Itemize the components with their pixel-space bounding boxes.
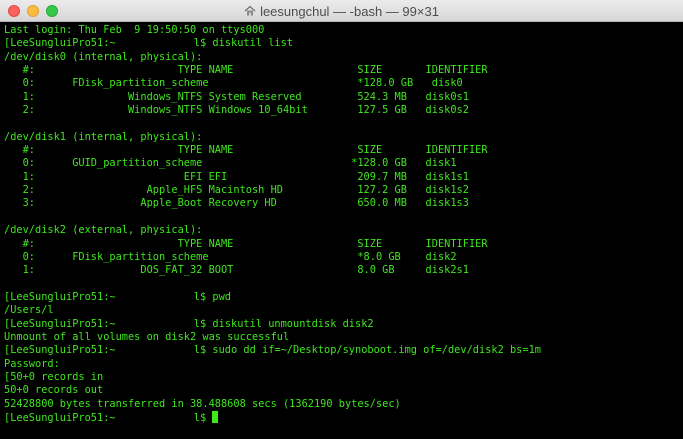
redacted-username — [121, 290, 194, 302]
output-text: 2: Windows_NTFS Windows 10_64bit 127.5 G… — [4, 104, 469, 117]
output-text: /dev/disk0 (internal, physical): — [4, 50, 203, 63]
terminal-line: Unmount of all volumes on disk2 was succ… — [4, 331, 673, 344]
prompt-suffix: l$ — [193, 411, 213, 424]
home-icon — [244, 5, 256, 16]
prompt-host: [LeeSungluiPro51:~ — [4, 317, 122, 330]
terminal-line: /Users/l — [4, 304, 673, 317]
window-title-group: leesungchul — -bash — 99×31 — [0, 0, 683, 22]
terminal-line: #: TYPE NAME SIZE IDENTIFIER — [4, 64, 673, 77]
terminal-line: [50+0 records in — [4, 371, 673, 384]
output-text: 52428800 bytes transferred in 38.488608 … — [4, 397, 401, 410]
prompt-line: [LeeSungluiPro51:~ l$ — [4, 410, 673, 424]
terminal-line: /dev/disk0 (internal, physical): — [4, 51, 673, 64]
prompt-host: [LeeSungluiPro51:~ — [4, 344, 122, 357]
prompt-host: [LeeSungluiPro51:~ — [4, 290, 122, 303]
terminal-line: 2: Windows_NTFS Windows 10_64bit 127.5 G… — [4, 104, 673, 117]
window-title: leesungchul — -bash — 99×31 — [260, 3, 439, 19]
output-text: 0: FDisk_partition_scheme *8.0 GB disk2 — [4, 250, 457, 263]
terminal-output[interactable]: Last login: Thu Feb 9 19:50:50 on ttys00… — [0, 24, 673, 439]
output-text: 1: Windows_NTFS System Reserved 524.3 MB… — [4, 90, 469, 103]
output-text: 2: Apple_HFS Macintosh HD 127.2 GB disk1… — [4, 184, 469, 197]
prompt-host: [LeeSungluiPro51:~ — [4, 37, 122, 50]
terminal-line: 52428800 bytes transferred in 38.488608 … — [4, 398, 673, 411]
terminal-line: 0: GUID_partition_scheme *128.0 GB disk1 — [4, 157, 673, 170]
output-text: Last login: Thu Feb 9 19:50:50 on ttys00… — [4, 24, 265, 36]
terminal-line: #: TYPE NAME SIZE IDENTIFIER — [4, 238, 673, 251]
scrollbar[interactable] — [673, 22, 683, 439]
redacted-username — [121, 344, 194, 356]
output-text: 1: EFI EFI 209.7 MB disk1s1 — [4, 170, 469, 183]
prompt-suffix: l$ — [193, 37, 213, 50]
terminal-line: 0: FDisk_partition_scheme *8.0 GB disk2 — [4, 251, 673, 264]
terminal-line: #: TYPE NAME SIZE IDENTIFIER — [4, 144, 673, 157]
command-text: diskutil list — [212, 37, 293, 50]
output-text: [50+0 records in — [4, 370, 104, 383]
output-text: 50+0 records out — [4, 384, 104, 397]
terminal-line: 1: DOS_FAT_32 BOOT 8.0 GB disk2s1 — [4, 264, 673, 277]
title-bar[interactable]: leesungchul — -bash — 99×31 — [0, 0, 683, 22]
command-text: pwd — [212, 290, 232, 303]
redacted-username — [121, 37, 194, 49]
terminal-line: /dev/disk2 (external, physical): — [4, 224, 673, 237]
output-text: /dev/disk2 (external, physical): — [4, 224, 203, 237]
redacted-username — [121, 411, 194, 423]
command-text: diskutil unmountdisk disk2 — [212, 317, 374, 330]
terminal-line: /dev/disk1 (internal, physical): — [4, 131, 673, 144]
output-text: #: TYPE NAME SIZE IDENTIFIER — [4, 237, 488, 250]
output-text: /dev/disk1 (internal, physical): — [4, 130, 203, 143]
text-cursor — [212, 410, 219, 423]
terminal-line: 0: FDisk_partition_scheme *128.0 GB disk… — [4, 77, 673, 90]
output-text: 1: DOS_FAT_32 BOOT 8.0 GB disk2s1 — [4, 264, 469, 277]
terminal-line: 50+0 records out — [4, 384, 673, 397]
prompt-host: [LeeSungluiPro51:~ — [4, 411, 122, 424]
redacted-username — [121, 317, 194, 329]
prompt-line: [LeeSungluiPro51:~ l$ pwd — [4, 290, 673, 304]
output-text: #: TYPE NAME SIZE IDENTIFIER — [4, 144, 488, 157]
terminal-line: 3: Apple_Boot Recovery HD 650.0 MB disk1… — [4, 197, 673, 210]
output-text: 0: FDisk_partition_scheme *128.0 GB disk… — [4, 77, 463, 90]
terminal-line: Password: — [4, 358, 673, 371]
output-text: #: TYPE NAME SIZE IDENTIFIER — [4, 64, 488, 77]
output-text: /Users/l — [4, 304, 54, 317]
terminal-window: leesungchul — -bash — 99×31 Last login: … — [0, 0, 683, 439]
prompt-line: [LeeSungluiPro51:~ l$ sudo dd if=~/Deskt… — [4, 344, 673, 357]
prompt-suffix: l$ — [193, 317, 213, 330]
command-text: sudo dd if=~/Desktop/synoboot.img of=/de… — [212, 344, 541, 357]
terminal-line: 1: EFI EFI 209.7 MB disk1s1 — [4, 171, 673, 184]
output-text: Unmount of all volumes on disk2 was succ… — [4, 330, 290, 343]
prompt-line: [LeeSungluiPro51:~ l$ diskutil unmountdi… — [4, 317, 673, 331]
prompt-line: [LeeSungluiPro51:~ l$ diskutil list — [4, 37, 673, 50]
output-text: 3: Apple_Boot Recovery HD 650.0 MB disk1… — [4, 197, 469, 210]
prompt-suffix: l$ — [193, 344, 213, 357]
terminal-line: 1: Windows_NTFS System Reserved 524.3 MB… — [4, 91, 673, 104]
output-text: 0: GUID_partition_scheme *128.0 GB disk1 — [4, 157, 457, 170]
terminal-line: 2: Apple_HFS Macintosh HD 127.2 GB disk1… — [4, 184, 673, 197]
terminal-line: Last login: Thu Feb 9 19:50:50 on ttys00… — [4, 24, 673, 37]
prompt-suffix: l$ — [193, 290, 213, 303]
output-text: Password: — [4, 357, 60, 370]
